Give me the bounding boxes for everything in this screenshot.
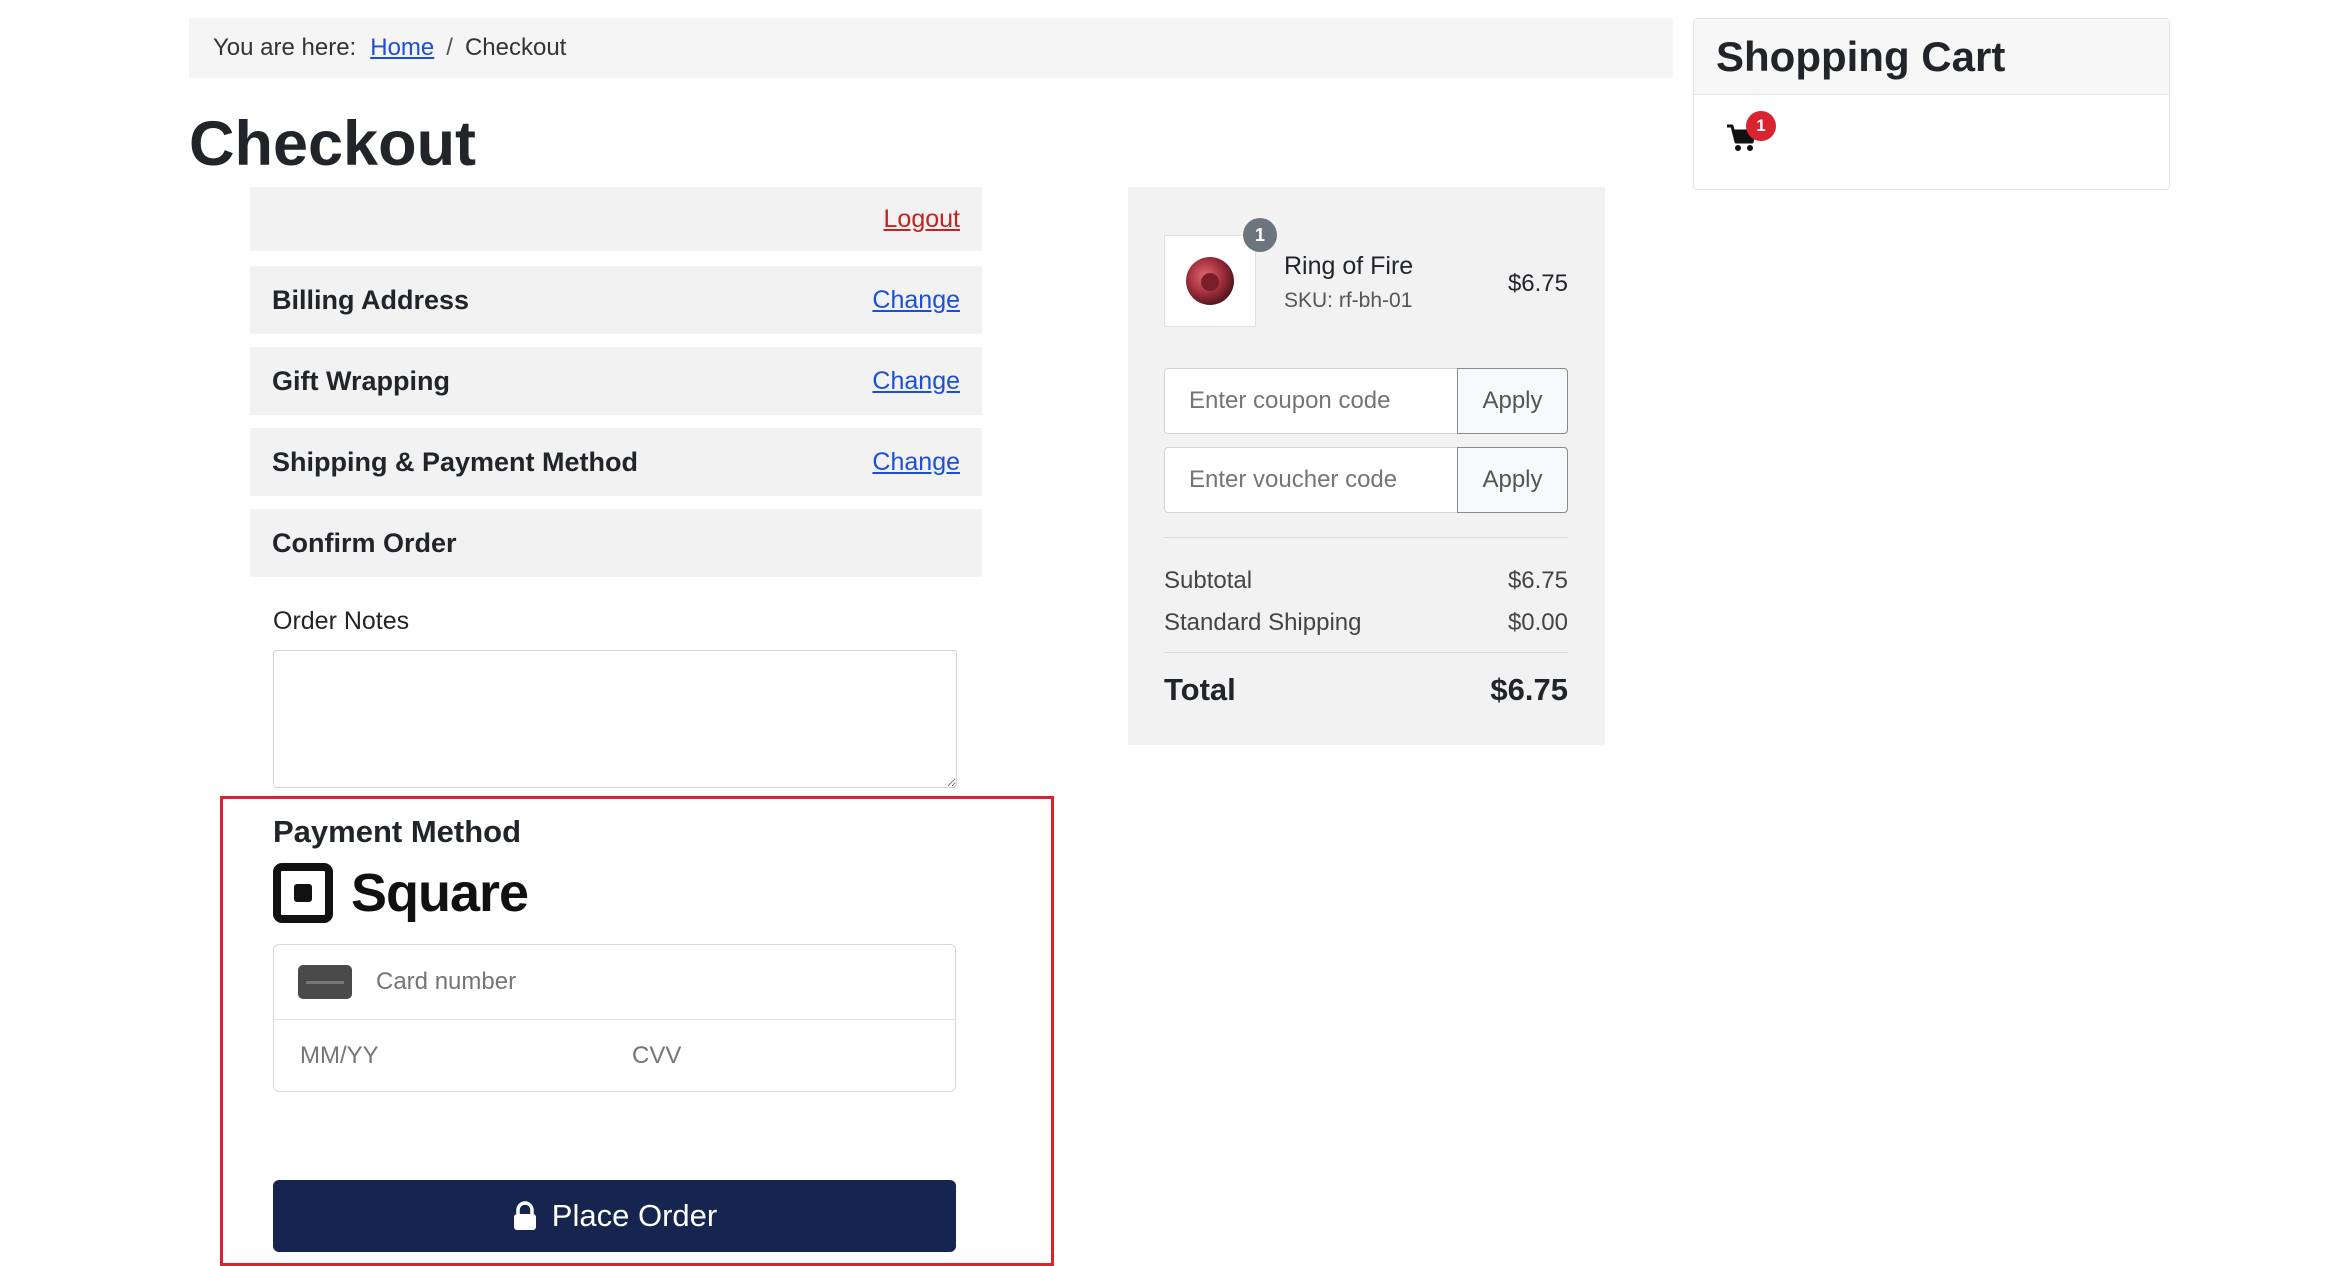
shopping-cart-title: Shopping Cart [1694, 19, 2169, 95]
step-gift-title: Gift Wrapping [272, 365, 450, 396]
coupon-input[interactable] [1164, 368, 1457, 434]
step-shipping-title: Shipping & Payment Method [272, 446, 639, 477]
shipping-change-link[interactable]: Change [872, 448, 960, 477]
item-quantity-badge: 1 [1243, 218, 1277, 252]
ring-product-image [1186, 257, 1234, 305]
shipping-value: $0.00 [1507, 609, 1568, 636]
square-logo-icon [273, 863, 333, 923]
breadcrumb-separator: / [446, 34, 453, 61]
shipping-label: Standard Shipping [1164, 609, 1362, 636]
place-order-button[interactable]: Place Order [273, 1180, 956, 1252]
subtotal-row: Subtotal $6.75 [1164, 567, 1568, 595]
item-name: Ring of Fire [1284, 252, 1414, 280]
card-form [273, 944, 956, 1092]
voucher-group: Apply [1164, 447, 1568, 513]
summary-divider [1164, 537, 1568, 538]
square-logo-text: Square [351, 863, 529, 923]
card-icon [298, 965, 352, 999]
card-details-row [274, 1020, 955, 1092]
subtotal-label: Subtotal [1164, 567, 1253, 594]
total-label: Total [1164, 672, 1236, 707]
logout-link[interactable]: Logout [884, 205, 960, 234]
step-gift-wrapping: Gift Wrapping Change [250, 347, 982, 415]
card-number-input[interactable] [374, 967, 918, 997]
expiry-input[interactable] [298, 1041, 602, 1071]
breadcrumb: You are here: Home / Checkout [189, 18, 1673, 78]
subtotal-value: $6.75 [1507, 567, 1568, 594]
item-sku: SKU: rf-bh-01 [1284, 289, 1412, 313]
shopping-cart-panel: Shopping Cart 1 [1693, 18, 2170, 190]
step-confirm-order: Confirm Order [250, 509, 982, 577]
apply-coupon-button[interactable]: Apply [1457, 368, 1568, 434]
logout-bar: Logout [250, 187, 982, 251]
billing-change-link[interactable]: Change [872, 286, 960, 315]
breadcrumb-current: Checkout [464, 34, 567, 61]
breadcrumb-prefix: You are here: [213, 34, 357, 61]
cart-count-badge: 1 [1746, 111, 1776, 141]
item-thumbnail [1164, 235, 1256, 327]
item-price: $6.75 [1507, 270, 1568, 297]
breadcrumb-home-link[interactable]: Home [370, 34, 434, 62]
total-row: Total $6.75 [1164, 672, 1568, 708]
square-logo: Square [273, 862, 529, 924]
item-sku-label: SKU: [1284, 289, 1334, 312]
order-notes-textarea[interactable] [273, 650, 957, 788]
total-value: $6.75 [1490, 672, 1568, 707]
cvv-input[interactable] [630, 1041, 934, 1071]
apply-voucher-button[interactable]: Apply [1457, 447, 1568, 513]
step-shipping-payment: Shipping & Payment Method Change [250, 428, 982, 496]
item-sku-value: rf-bh-01 [1338, 289, 1413, 312]
page-title: Checkout [189, 109, 477, 179]
total-divider [1164, 652, 1568, 653]
place-order-label: Place Order [551, 1198, 718, 1233]
payment-method-title: Payment Method [273, 814, 522, 849]
step-confirm-title: Confirm Order [272, 527, 457, 558]
step-billing-address: Billing Address Change [250, 266, 982, 334]
gift-change-link[interactable]: Change [872, 367, 960, 396]
voucher-input[interactable] [1164, 447, 1457, 513]
coupon-group: Apply [1164, 368, 1568, 434]
card-number-row [274, 945, 955, 1020]
shipping-row: Standard Shipping $0.00 [1164, 609, 1568, 637]
lock-icon [513, 1201, 536, 1230]
step-billing-title: Billing Address [272, 284, 470, 315]
order-notes-label: Order Notes [273, 607, 410, 635]
